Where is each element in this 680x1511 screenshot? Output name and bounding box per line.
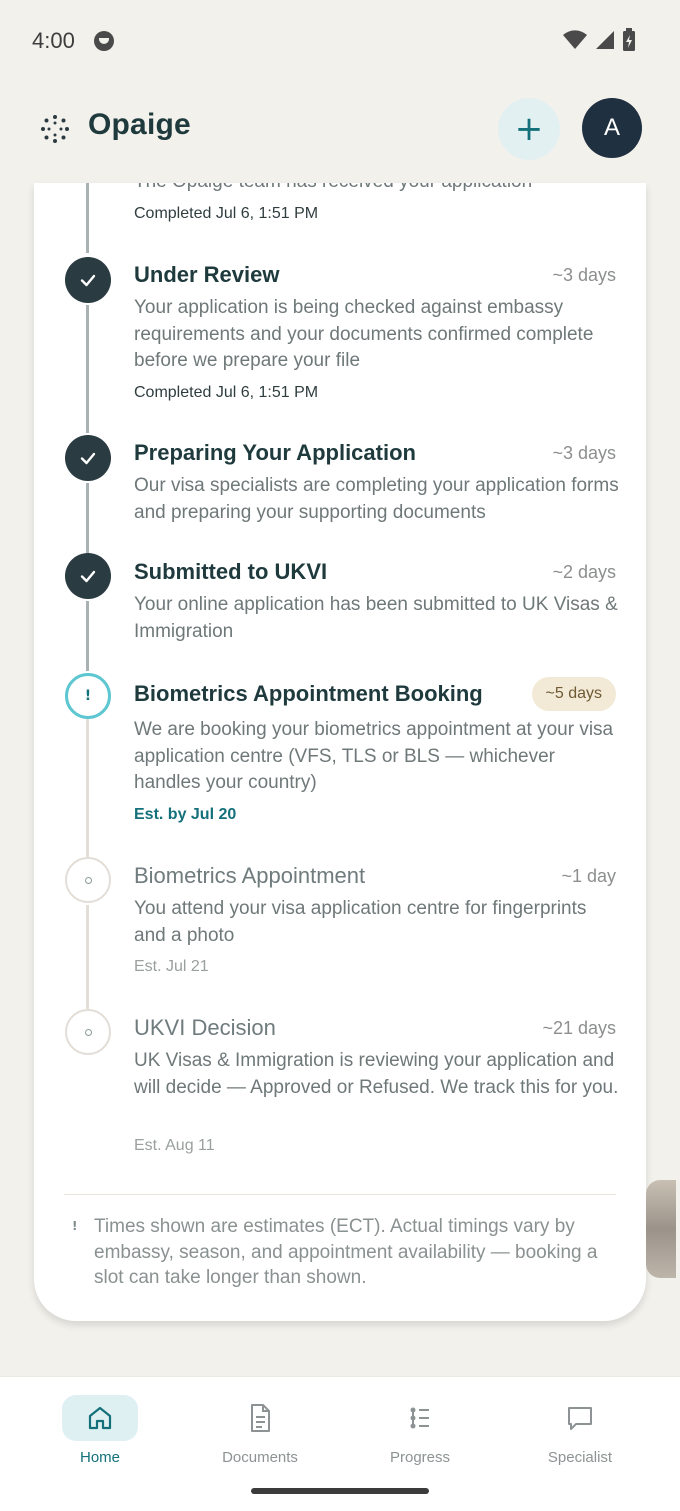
step-description: We are booking your biometrics appointme… [134,719,614,793]
step-title: UKVI Decision [134,1015,276,1040]
nav-label: Documents [222,1449,298,1466]
step-title: Biometrics Appointment [134,863,366,888]
step-duration: ~2 days [552,562,616,582]
timeline-connector [86,905,89,1009]
nav-label: Progress [389,1449,451,1466]
app-header: Opaige + A [0,90,680,170]
step-duration: ~3 days [552,443,616,463]
step-duration: ~3 days [552,265,616,285]
step-pending-marker [65,857,111,903]
step-pending-marker [65,1009,111,1055]
step-estimate: Est. Aug 11 [134,1137,215,1154]
opaige-logo-icon [41,115,69,143]
step-estimate: Est. Jul 21 [134,958,209,975]
checkmark-icon [80,570,96,583]
progress-list-icon [410,1407,429,1429]
nav-home-highlight [62,1395,138,1441]
document-icon [251,1404,270,1432]
nav-progress[interactable]: Progress [360,1395,480,1485]
step-description: Your online application has been submitt… [134,594,618,642]
step-complete-marker [65,435,111,481]
checkmark-icon [80,274,96,287]
step-duration: ~1 day [561,866,616,886]
status-time: 4:00 [32,28,75,53]
step-complete-marker [65,553,111,599]
avatar[interactable]: A [582,98,642,158]
step-description: You attend your visa application centre … [134,898,587,946]
step-description: UK Visas & Immigration is reviewing your… [134,1050,619,1098]
step-completed-time: Completed Jul 6, 1:51 PM [134,205,319,222]
step-estimate: Est. by Jul 20 [134,806,237,823]
nav-home[interactable]: Home [40,1395,160,1485]
home-icon [88,1406,112,1430]
add-button[interactable]: + [498,98,560,160]
step-in-progress-marker: ! [65,673,111,719]
nav-icon-container [382,1395,458,1441]
status-bar: 4:00 [0,0,680,80]
status-icons [562,28,636,52]
timeline-connector [86,483,89,553]
cellular-signal-icon [596,31,614,49]
timeline-connector [86,601,89,671]
wifi-icon [563,30,587,49]
home-indicator[interactable] [251,1488,429,1494]
divider [64,1194,616,1195]
step-description: Your application is being checked agains… [134,297,594,371]
step-title: Submitted to UKVI [134,559,328,584]
step-duration-badge: ~5 days [531,677,616,711]
battery-icon [623,28,635,51]
notification-icon [94,31,114,51]
timeline-connector [86,183,89,253]
step-complete-marker [65,257,111,303]
info-icon: ! [72,1219,78,1233]
nav-icon-container [542,1395,618,1441]
nav-label: Home [79,1449,120,1466]
step-duration: ~21 days [542,1018,616,1038]
nav-icon-container [222,1395,298,1441]
partial-step-description: The Opaige team has received your applic… [134,183,532,193]
pending-dot-icon [84,876,92,884]
nav-label: Specialist [547,1449,613,1466]
checkmark-icon [80,452,96,465]
step-title: Biometrics Appointment Booking [134,681,483,706]
estimate-disclaimer: Times shown are estimates (ECT). Actual … [94,1216,598,1288]
timeline-connector [86,305,89,433]
nav-documents[interactable]: Documents [200,1395,320,1485]
side-image-thumbnail[interactable] [646,1180,676,1278]
pending-dot-icon [84,1028,92,1036]
timeline-connector [86,719,89,859]
app-title: Opaige [88,108,191,141]
step-completed-time: Completed Jul 6, 1:51 PM [134,384,319,401]
progress-timeline-card: The Opaige team has received your applic… [34,183,646,1321]
chat-icon [568,1407,592,1430]
step-description: Our visa specialists are completing your… [134,475,619,523]
step-title: Under Review [134,262,280,287]
alert-icon: ! [84,688,92,704]
step-title: Preparing Your Application [134,440,416,465]
nav-specialist[interactable]: Specialist [520,1395,640,1485]
